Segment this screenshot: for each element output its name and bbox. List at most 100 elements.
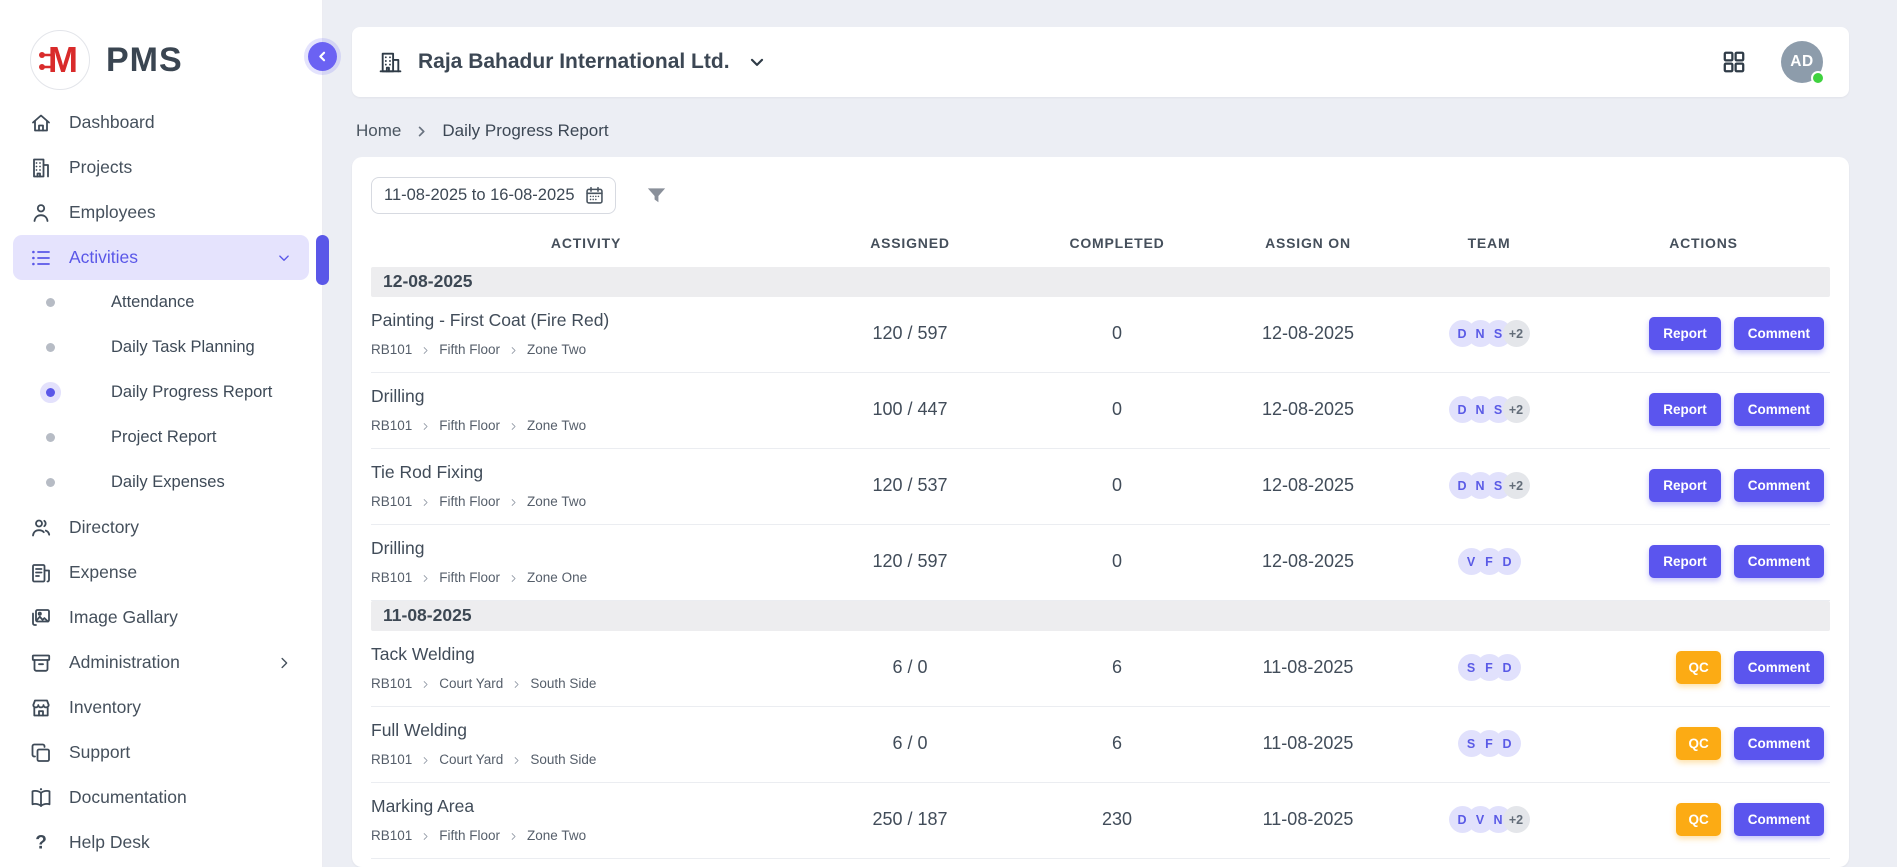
sidebar-item-daily-progress-report[interactable]: Daily Progress Report xyxy=(0,370,322,415)
sidebar-item-help-desk[interactable]: ?Help Desk xyxy=(13,820,309,865)
column-header-actions: ACTIONS xyxy=(1577,235,1830,267)
comment-button[interactable]: Comment xyxy=(1734,317,1824,350)
path-segment: Fifth Floor xyxy=(439,570,500,585)
activity-cell: Painting - First Coat (Fire Red)RB101Fif… xyxy=(371,310,801,357)
qc-button[interactable]: QC xyxy=(1676,727,1720,760)
sidebar-item-activities[interactable]: Activities xyxy=(13,235,309,280)
date-range-value: 11-08-2025 to 16-08-2025 xyxy=(384,186,575,205)
column-header-assigned: ASSIGNED xyxy=(801,235,1019,267)
comment-button[interactable]: Comment xyxy=(1734,393,1824,426)
date-range-input[interactable]: 11-08-2025 to 16-08-2025 xyxy=(371,177,616,214)
chevron-right-icon xyxy=(511,755,522,766)
table-row: Tack WeldingRB101Court YardSouth Side6 /… xyxy=(371,631,1830,707)
main-area: Raja Bahadur International Ltd. AD Home xyxy=(323,0,1897,867)
actions-cell: QC Comment xyxy=(1577,727,1830,760)
sidebar-item-employees[interactable]: Employees xyxy=(13,190,309,235)
assigned-value: 250 / 187 xyxy=(801,809,1019,830)
team-member-avatar: D xyxy=(1494,548,1521,575)
book-icon xyxy=(29,786,53,810)
path-segment: RB101 xyxy=(371,676,412,691)
date-group-header: 12-08-2025 xyxy=(371,267,1830,297)
qc-button[interactable]: QC xyxy=(1676,651,1720,684)
sidebar-item-directory[interactable]: Directory xyxy=(13,505,309,550)
squares-icon xyxy=(29,741,53,765)
team-member-avatar: D xyxy=(1494,654,1521,681)
comment-button[interactable]: Comment xyxy=(1734,469,1824,502)
report-button[interactable]: Report xyxy=(1649,469,1721,502)
team-avatars: DNS+2 xyxy=(1401,396,1577,423)
chevron-right-icon xyxy=(508,497,519,508)
column-header-activity: ACTIVITY xyxy=(371,235,801,267)
assign-on-value: 11-08-2025 xyxy=(1215,809,1401,830)
path-segment: RB101 xyxy=(371,570,412,585)
actions-cell: QC Comment xyxy=(1577,803,1830,836)
archive-icon xyxy=(29,651,53,675)
comment-button[interactable]: Comment xyxy=(1734,545,1824,578)
path-segment: Zone One xyxy=(527,570,587,585)
sidebar-item-support[interactable]: Support xyxy=(13,730,309,775)
report-button[interactable]: Report xyxy=(1649,317,1721,350)
team-avatars: DNS+2 xyxy=(1401,472,1577,499)
table-row: DrillingRB101Fifth FloorZone Two120 / 44… xyxy=(371,859,1830,867)
path-segment: Zone Two xyxy=(527,828,586,843)
path-segment: Zone Two xyxy=(527,342,586,357)
sidebar-collapse-button[interactable] xyxy=(308,42,337,71)
activity-cell: DrillingRB101Fifth FloorZone One xyxy=(371,538,801,585)
chevron-down-icon xyxy=(275,249,293,267)
path-segment: RB101 xyxy=(371,828,412,843)
assigned-value: 100 / 447 xyxy=(801,399,1019,420)
report-button[interactable]: Report xyxy=(1649,545,1721,578)
topbar-right: AD xyxy=(1721,41,1823,83)
sidebar-subitem-label: Attendance xyxy=(111,293,194,312)
chevron-right-icon xyxy=(420,497,431,508)
logo-circuit-icon xyxy=(38,47,54,77)
activity-path: RB101Court YardSouth Side xyxy=(371,752,801,767)
team-extra-count: +2 xyxy=(1503,806,1530,833)
assign-on-value: 12-08-2025 xyxy=(1215,323,1401,344)
date-group-header: 11-08-2025 xyxy=(371,601,1830,631)
comment-button[interactable]: Comment xyxy=(1734,651,1824,684)
path-segment: RB101 xyxy=(371,418,412,433)
sidebar-item-label: Dashboard xyxy=(69,112,293,133)
actions-cell: Report Comment xyxy=(1577,393,1830,426)
building-icon xyxy=(378,50,403,75)
sidebar-item-dashboard[interactable]: Dashboard xyxy=(13,100,309,145)
completed-value: 6 xyxy=(1019,733,1215,754)
sidebar-item-documentation[interactable]: Documentation xyxy=(13,775,309,820)
assign-on-value: 11-08-2025 xyxy=(1215,733,1401,754)
chevron-right-icon xyxy=(420,679,431,690)
logo: M PMS xyxy=(0,0,322,100)
report-button[interactable]: Report xyxy=(1649,393,1721,426)
breadcrumb-home[interactable]: Home xyxy=(356,121,401,141)
filter-funnel-icon[interactable] xyxy=(645,184,668,207)
column-header-completed: COMPLETED xyxy=(1019,235,1215,267)
sidebar-item-attendance[interactable]: Attendance xyxy=(0,280,322,325)
company-selector[interactable]: Raja Bahadur International Ltd. xyxy=(378,50,767,75)
sidebar-subitem-label: Project Report xyxy=(111,428,216,447)
path-segment: Zone Two xyxy=(527,418,586,433)
qc-button[interactable]: QC xyxy=(1676,803,1720,836)
table-row: Marking AreaRB101Fifth FloorZone Two250 … xyxy=(371,783,1830,859)
bullet-dot-icon xyxy=(46,298,55,307)
chevron-right-icon xyxy=(511,679,522,690)
sidebar: M PMS Dashboard ProjectsEmployeesActiviti… xyxy=(0,0,323,867)
sidebar-item-daily-expenses[interactable]: Daily Expenses xyxy=(0,460,322,505)
user-avatar[interactable]: AD xyxy=(1781,41,1823,83)
sidebar-item-inventory[interactable]: Inventory xyxy=(13,685,309,730)
sidebar-item-expense[interactable]: Expense xyxy=(13,550,309,595)
people-icon xyxy=(29,516,53,540)
apps-grid-icon[interactable] xyxy=(1721,49,1747,75)
completed-value: 0 xyxy=(1019,551,1215,572)
sidebar-item-project-report[interactable]: Project Report xyxy=(0,415,322,460)
sidebar-item-image-gallary[interactable]: Image Gallary xyxy=(13,595,309,640)
activity-path: RB101Fifth FloorZone Two xyxy=(371,418,801,433)
comment-button[interactable]: Comment xyxy=(1734,803,1824,836)
sidebar-item-daily-task-planning[interactable]: Daily Task Planning xyxy=(0,325,322,370)
chevron-right-icon xyxy=(275,654,293,672)
sidebar-item-projects[interactable]: Projects xyxy=(13,145,309,190)
path-segment: South Side xyxy=(530,676,596,691)
chevron-right-icon xyxy=(420,573,431,584)
comment-button[interactable]: Comment xyxy=(1734,727,1824,760)
sidebar-item-administration[interactable]: Administration xyxy=(13,640,309,685)
team-member-avatar: D xyxy=(1494,730,1521,757)
